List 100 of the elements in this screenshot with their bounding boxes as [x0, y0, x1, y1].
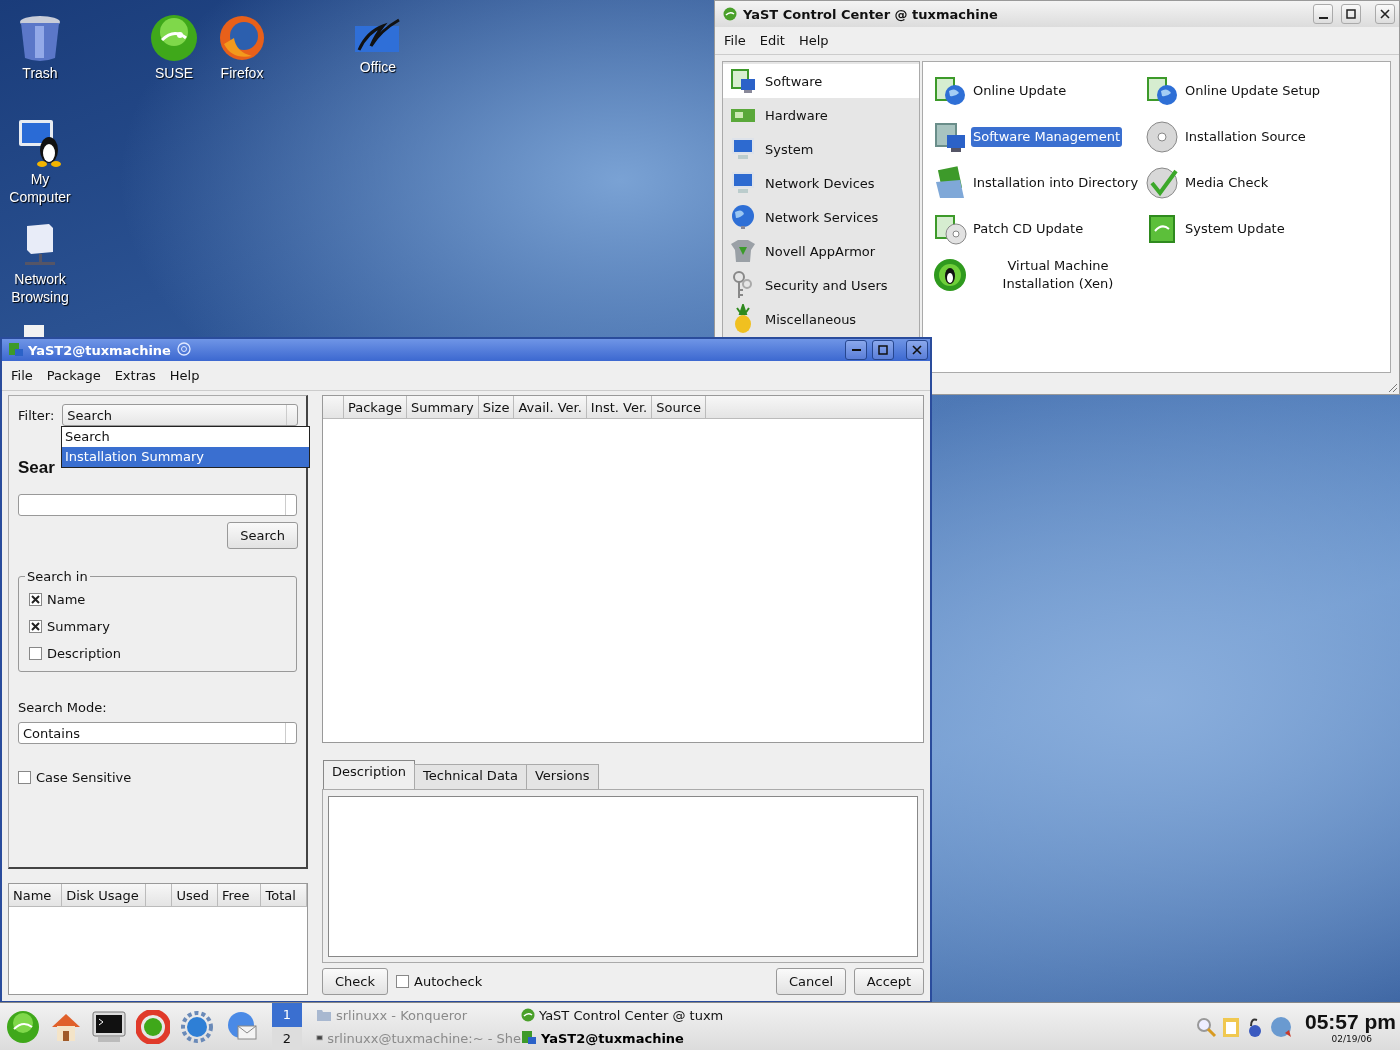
- checkbox-option[interactable]: Autocheck: [396, 972, 483, 991]
- module-item[interactable]: Installation into Directory: [933, 160, 1145, 206]
- module-item[interactable]: Online Update Setup: [1145, 68, 1375, 114]
- category-item[interactable]: Software: [723, 64, 919, 98]
- column-header[interactable]: Inst. Ver.: [586, 396, 653, 418]
- menu-item[interactable]: Help: [164, 366, 205, 385]
- window-title: YaST Control Center @ tuxmachine: [743, 6, 998, 22]
- desktop-icon-label[interactable]: Firefox: [220, 64, 264, 82]
- category-item[interactable]: Network Services: [723, 200, 919, 234]
- desktop-icon-label[interactable]: SUSE: [154, 64, 194, 82]
- module-label[interactable]: Virtual Machine Installation (Xen): [971, 256, 1145, 294]
- module-label[interactable]: Online Update: [971, 81, 1069, 101]
- category-item[interactable]: Miscellaneous: [723, 302, 919, 336]
- tab[interactable]: Description: [323, 760, 416, 789]
- close-icon: [912, 345, 922, 355]
- module-item[interactable]: Patch CD Update: [933, 206, 1145, 252]
- column-header[interactable]: Avail. Ver.: [514, 396, 587, 418]
- minimize-button[interactable]: [1313, 4, 1333, 24]
- category-item[interactable]: Network Devices: [723, 166, 919, 200]
- menu-item[interactable]: Extras: [109, 366, 161, 385]
- column-header[interactable]: Package: [344, 396, 407, 418]
- checkbox-option[interactable]: Name: [29, 590, 288, 609]
- module-item[interactable]: Media Check: [1145, 160, 1375, 206]
- module-item[interactable]: Virtual Machine Installation (Xen): [933, 252, 1145, 298]
- column-header[interactable]: Name: [9, 884, 63, 906]
- menu-item[interactable]: File: [719, 31, 751, 50]
- dropdown-option[interactable]: Installation Summary: [62, 447, 309, 467]
- module-item[interactable]: Online Update: [933, 68, 1145, 114]
- column-header[interactable]: Summary: [406, 396, 479, 418]
- category-item[interactable]: Hardware: [723, 98, 919, 132]
- menu-item[interactable]: Package: [41, 366, 106, 385]
- close-button[interactable]: [1375, 4, 1395, 24]
- tab[interactable]: Versions: [525, 764, 599, 789]
- maximize-button[interactable]: [1341, 4, 1361, 24]
- search-field[interactable]: [18, 494, 297, 516]
- module-label[interactable]: Patch CD Update: [971, 219, 1086, 239]
- minimize-button[interactable]: [845, 340, 867, 360]
- module-item[interactable]: Software Management: [933, 114, 1145, 160]
- menu-item[interactable]: Help: [793, 31, 834, 50]
- filter-dropdown[interactable]: Search: [62, 404, 298, 426]
- column-header[interactable]: Used: [172, 884, 218, 906]
- column-header[interactable]: Source: [652, 396, 706, 418]
- task-button[interactable]: YaST Control Center @ tuxm: [521, 1003, 726, 1027]
- clock-time[interactable]: 05:57 pm: [1304, 1009, 1396, 1034]
- checkbox-option[interactable]: Description: [29, 644, 288, 663]
- magnifier-icon[interactable]: [1194, 1015, 1217, 1038]
- monitor-icon: [729, 170, 757, 196]
- desktop-icon-label[interactable]: Network Browsing: [8, 270, 72, 306]
- chameleon-logo-icon[interactable]: [150, 14, 198, 62]
- clock-date[interactable]: 02/19/06: [1331, 1033, 1396, 1044]
- module-label[interactable]: System Update: [1183, 219, 1287, 239]
- desktop-icon-label[interactable]: Trash: [22, 64, 58, 82]
- category-item[interactable]: System: [723, 132, 919, 166]
- category-item[interactable]: Security and Users: [723, 268, 919, 302]
- checkbox[interactable]: [29, 647, 42, 660]
- close-button[interactable]: [906, 340, 928, 360]
- package-monitor-icon: [933, 121, 967, 153]
- checkbox[interactable]: [29, 620, 42, 633]
- cancel-button[interactable]: Cancel: [776, 968, 846, 995]
- checkbox-option[interactable]: Case Sensitive: [18, 768, 298, 787]
- globe-gear-icon[interactable]: [180, 1009, 214, 1044]
- terminal-icon[interactable]: [92, 1010, 126, 1043]
- desktop-icon-label[interactable]: Office: [359, 58, 397, 76]
- desktop-switcher[interactable]: 1: [272, 1003, 302, 1027]
- dropdown-option[interactable]: Search: [62, 427, 309, 447]
- column-header[interactable]: Total: [261, 884, 307, 906]
- module-item[interactable]: Installation Source: [1145, 114, 1375, 160]
- tab[interactable]: Technical Data: [414, 764, 527, 789]
- desktop-icon-label[interactable]: My Computer: [8, 170, 72, 206]
- accept-button[interactable]: Accept: [854, 968, 924, 995]
- checkbox[interactable]: [18, 771, 31, 784]
- module-item[interactable]: System Update: [1145, 206, 1375, 252]
- fox-globe-icon[interactable]: [218, 14, 266, 62]
- column-header[interactable]: Disk Usage: [62, 884, 147, 906]
- clipboard-icon[interactable]: [1220, 1015, 1241, 1038]
- module-label[interactable]: Online Update Setup: [1183, 81, 1323, 101]
- checkbox-option[interactable]: Summary: [29, 617, 288, 636]
- task-button[interactable]: YaST2@tuxmachine: [521, 1026, 726, 1050]
- globe-icon[interactable]: [1268, 1014, 1293, 1039]
- column-header[interactable]: Free: [217, 884, 262, 906]
- category-item[interactable]: Novell AppArmor: [723, 234, 919, 268]
- lifebuoy-icon[interactable]: [136, 1009, 170, 1044]
- checkbox[interactable]: [29, 593, 42, 606]
- checkbox[interactable]: [396, 975, 409, 988]
- resize-grip-icon[interactable]: [1386, 381, 1398, 393]
- menu-item[interactable]: File: [6, 366, 38, 385]
- check-button[interactable]: Check: [322, 968, 388, 995]
- maximize-button[interactable]: [872, 340, 894, 360]
- box-globe-icon: [933, 75, 967, 107]
- menu-item[interactable]: Edit: [754, 31, 790, 50]
- module-label[interactable]: Software Management: [971, 127, 1123, 147]
- module-label[interactable]: Installation into Directory: [971, 173, 1141, 193]
- network-server-icon[interactable]: [23, 222, 57, 268]
- column-header[interactable]: Size: [478, 396, 515, 418]
- globe-icon: [729, 204, 757, 230]
- module-label[interactable]: Media Check: [1183, 173, 1271, 193]
- search-mode-dropdown[interactable]: Contains: [18, 722, 297, 744]
- folder-icon: [316, 1008, 332, 1022]
- search-button[interactable]: Search: [227, 522, 298, 549]
- module-label[interactable]: Installation Source: [1183, 127, 1308, 147]
